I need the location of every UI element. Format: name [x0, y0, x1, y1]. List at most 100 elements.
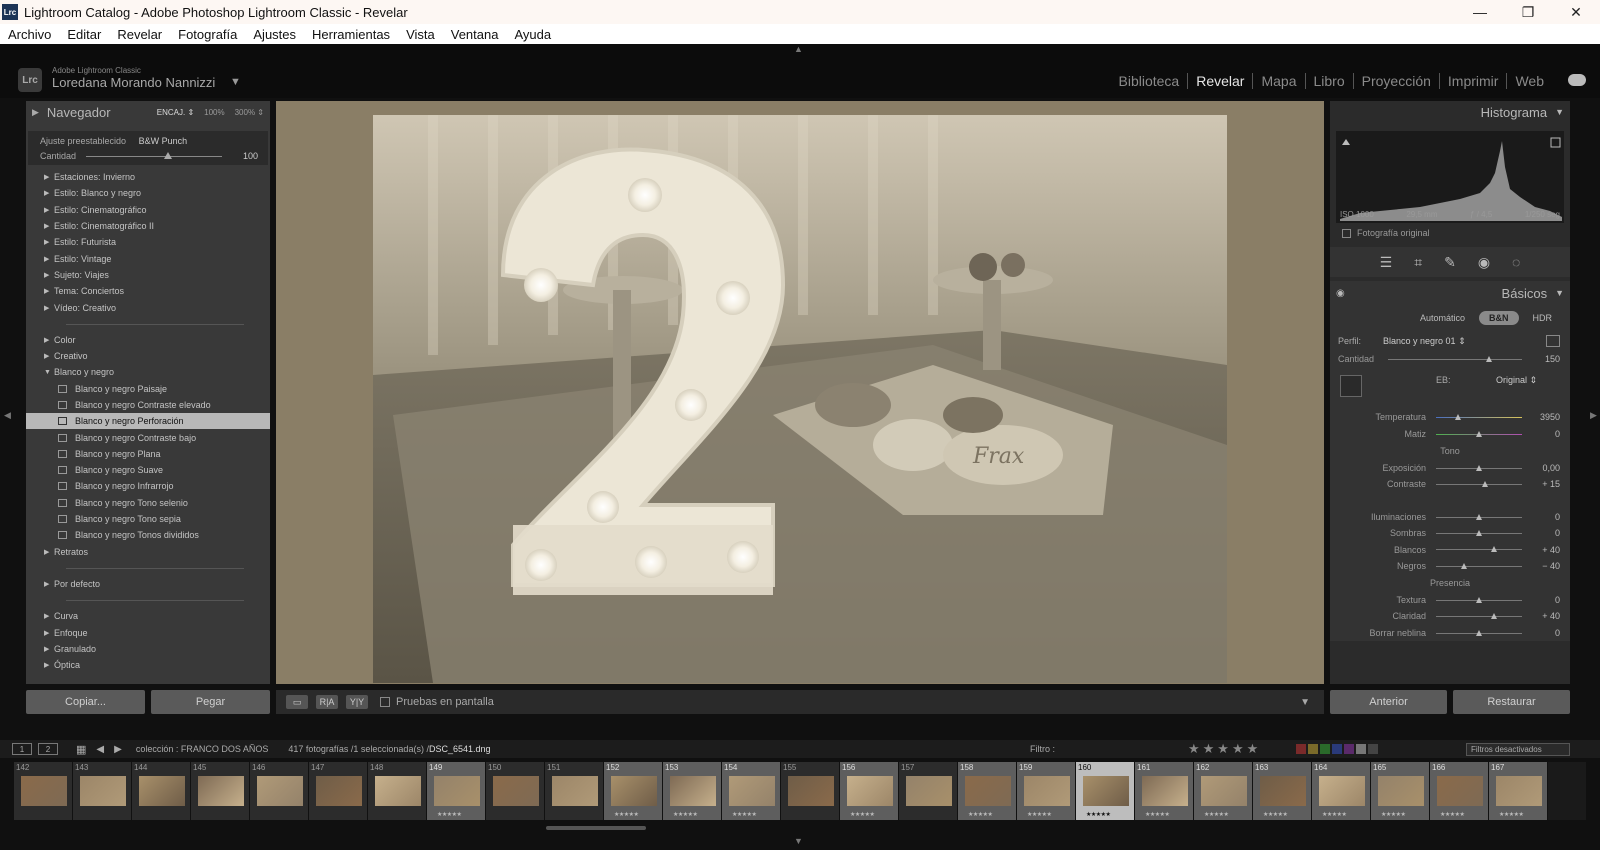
red-eye-icon[interactable]: ◉	[1478, 254, 1490, 271]
main-window-button[interactable]: 1	[12, 743, 32, 755]
gray-label-filter[interactable]	[1356, 744, 1366, 754]
photo-thumbnail[interactable]	[965, 776, 1011, 806]
back-arrow-icon[interactable]: ◀	[96, 744, 104, 755]
preset-group[interactable]: ▶ Color	[26, 332, 270, 348]
filmstrip-cell[interactable]: 162 ★★★★★	[1194, 762, 1253, 820]
photo-thumbnail[interactable]	[1142, 776, 1188, 806]
previous-button[interactable]: Anterior	[1330, 690, 1447, 714]
filmstrip-cell[interactable]: 160 ★★★★★	[1076, 762, 1135, 820]
second-window-button[interactable]: 2	[38, 743, 58, 755]
photo-thumbnail[interactable]	[1024, 776, 1070, 806]
photo-thumbnail[interactable]	[257, 776, 303, 806]
slider-row[interactable]: Contraste + 15	[1330, 476, 1570, 493]
menu-ventana[interactable]: Ventana	[451, 27, 499, 42]
slider-row[interactable]: Blancos + 40	[1330, 541, 1570, 558]
photo-thumbnail[interactable]	[729, 776, 775, 806]
slider-track[interactable]	[1436, 616, 1522, 618]
preset-item[interactable]: Blanco y negro Paisaje	[26, 381, 270, 397]
module-revelar[interactable]: Revelar	[1187, 73, 1252, 89]
preset-group[interactable]: ▶ Estilo: Blanco y negro	[26, 185, 270, 201]
profile-amount-slider[interactable]: Cantidad 150	[1330, 351, 1570, 368]
healing-icon[interactable]: ✎	[1444, 254, 1456, 271]
left-panel-toggle-icon[interactable]: ◀	[4, 410, 11, 421]
zoom-100[interactable]: 100%	[204, 108, 224, 117]
slider-value[interactable]: 0	[1555, 528, 1560, 538]
panel-toggle-bottom-icon[interactable]: ▼	[794, 836, 803, 846]
preset-group[interactable]: ▶ Estilo: Vintage	[26, 250, 270, 266]
photo-thumbnail[interactable]	[552, 776, 598, 806]
preset-amount-track[interactable]	[86, 156, 222, 157]
slider-row[interactable]: Temperatura 3950	[1330, 409, 1570, 426]
preset-amount-value[interactable]: 100	[243, 151, 258, 161]
module-imprimir[interactable]: Imprimir	[1438, 73, 1507, 89]
slider-value[interactable]: + 15	[1542, 479, 1560, 489]
slider-track[interactable]	[1436, 484, 1522, 486]
photo-preview[interactable]: Frax	[373, 115, 1227, 683]
filmstrip-cell[interactable]: 166 ★★★★★	[1430, 762, 1489, 820]
menu-archivo[interactable]: Archivo	[8, 27, 51, 42]
copy-button[interactable]: Copiar...	[26, 690, 145, 714]
soft-proof-checkbox[interactable]	[380, 697, 390, 707]
preset-group[interactable]: ▼ Blanco y negro	[26, 364, 270, 380]
filmstrip-cell[interactable]: 164 ★★★★★	[1312, 762, 1371, 820]
slider-track[interactable]	[1436, 565, 1522, 567]
preset-group[interactable]: ▶ Curva	[26, 608, 270, 624]
photo-thumbnail[interactable]	[1496, 776, 1542, 806]
photo-thumbnail[interactable]	[80, 776, 126, 806]
preset-group[interactable]: ▶ Estilo: Cinematográfico II	[26, 218, 270, 234]
before-after-yy-button[interactable]: Y|Y	[346, 695, 368, 709]
slider-knob[interactable]	[1476, 464, 1482, 471]
zoom-fit[interactable]: ENCAJ. ⇕	[157, 108, 194, 117]
preset-group[interactable]: ▶ Enfoque	[26, 624, 270, 640]
filmstrip-cell[interactable]: 143	[73, 762, 132, 820]
preset-item[interactable]: Blanco y negro Contraste bajo	[26, 429, 270, 445]
original-photo-checkbox[interactable]	[1342, 228, 1351, 238]
profile-browser-icon[interactable]	[1546, 335, 1560, 347]
profile-amount-track[interactable]	[1388, 359, 1522, 360]
slider-knob[interactable]	[1491, 613, 1498, 620]
current-file[interactable]: DSC_6541.dng	[429, 744, 491, 754]
slider-track[interactable]	[1436, 417, 1522, 419]
filmstrip-cell[interactable]: 142	[14, 762, 73, 820]
photo-thumbnail[interactable]	[906, 776, 952, 806]
slider-row[interactable]: Borrar neblina 0	[1330, 624, 1570, 641]
slider-knob[interactable]	[1476, 430, 1482, 437]
photo-thumbnail[interactable]	[611, 776, 657, 806]
toolbar-options-icon[interactable]: ▼	[1300, 697, 1310, 708]
photo-thumbnail[interactable]	[1260, 776, 1306, 806]
slider-row[interactable]: Claridad + 40	[1330, 608, 1570, 625]
filmstrip-cell[interactable]: 165 ★★★★★	[1371, 762, 1430, 820]
no-label-filter[interactable]	[1368, 744, 1378, 754]
slider-knob[interactable]	[1460, 562, 1467, 569]
original-photo-toggle[interactable]: Fotografía original	[1330, 223, 1570, 243]
minimize-button[interactable]: —	[1456, 0, 1504, 24]
slider-value[interactable]: 3950	[1540, 412, 1560, 422]
right-panel-toggle-icon[interactable]: ▶	[1590, 410, 1597, 421]
preset-group[interactable]: ▶ Por defecto	[26, 576, 270, 592]
profile-amount-value[interactable]: 150	[1545, 354, 1560, 364]
slider-row[interactable]: Exposición 0,00	[1330, 459, 1570, 477]
filter-presets-select[interactable]: Filtros desactivados	[1466, 742, 1570, 756]
reset-button[interactable]: Restaurar	[1453, 690, 1570, 714]
filmstrip-cell[interactable]: 149 ★★★★★	[427, 762, 486, 820]
masking-icon[interactable]: ◌	[1512, 254, 1520, 270]
slider-value[interactable]: + 40	[1542, 611, 1560, 621]
bw-button[interactable]: B&N	[1479, 311, 1519, 325]
grid-view-icon[interactable]: ▦	[76, 743, 86, 756]
preset-amount-knob[interactable]	[163, 152, 172, 159]
collection-source[interactable]: colección : FRANCO DOS AÑOS	[136, 744, 269, 754]
filmstrip-cell[interactable]: 153 ★★★★★	[663, 762, 722, 820]
module-biblioteca[interactable]: Biblioteca	[1111, 73, 1188, 89]
filmstrip-cell[interactable]: 148	[368, 762, 427, 820]
menu-ajustes[interactable]: Ajustes	[253, 27, 296, 42]
menu-vista[interactable]: Vista	[406, 27, 435, 42]
photo-thumbnail[interactable]	[1319, 776, 1365, 806]
preset-item[interactable]: Blanco y negro Suave	[26, 462, 270, 478]
slider-row[interactable]: Textura 0	[1330, 591, 1570, 609]
close-button[interactable]: ✕	[1552, 0, 1600, 24]
preset-group[interactable]: ▶ Óptica	[26, 657, 270, 673]
filmstrip-cell[interactable]: 151	[545, 762, 604, 820]
eyedropper-icon[interactable]	[1340, 375, 1362, 398]
menu-editar[interactable]: Editar	[67, 27, 101, 42]
photo-thumbnail[interactable]	[670, 776, 716, 806]
